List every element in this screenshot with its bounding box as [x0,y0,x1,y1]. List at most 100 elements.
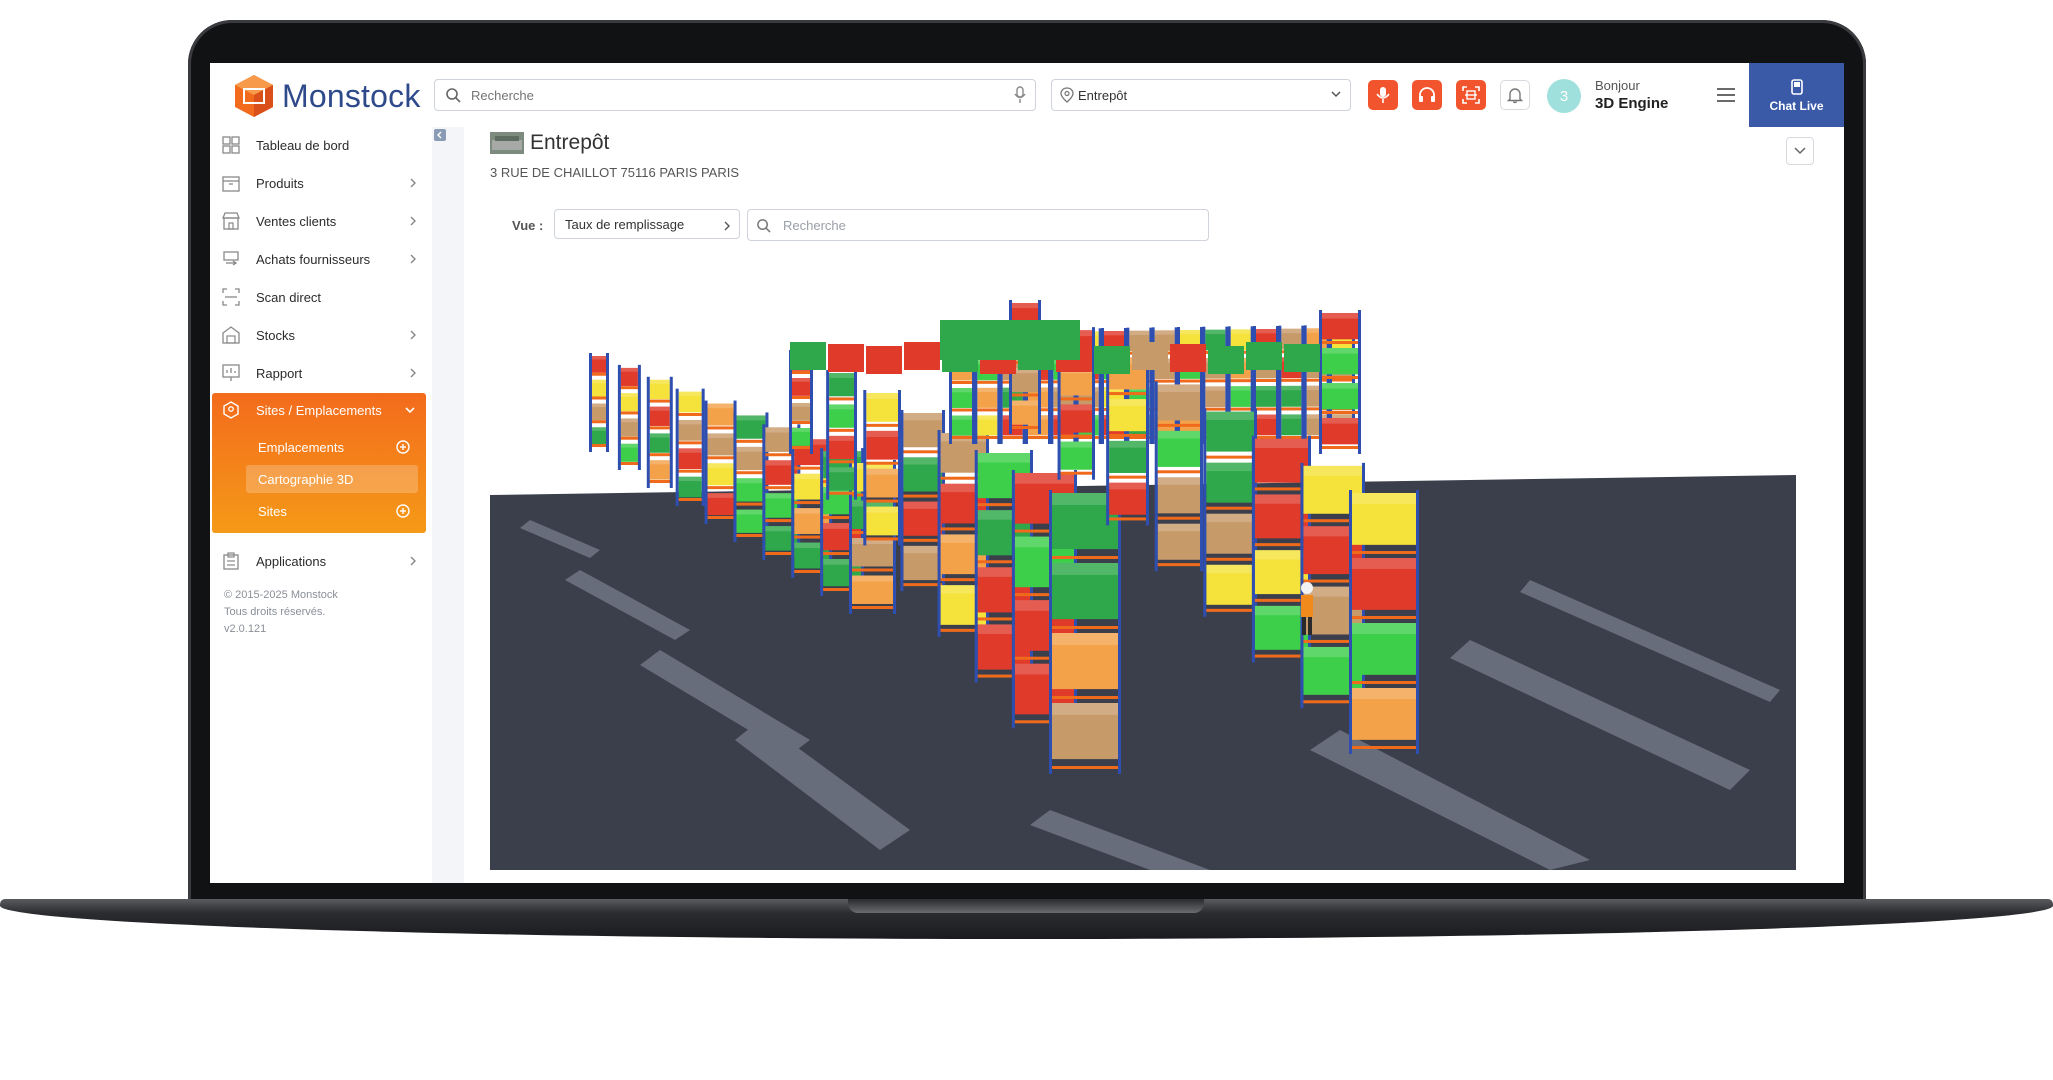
pallet-box-highlight [792,428,810,432]
pallet-box-highlight [592,403,606,408]
sidebar-item-applications[interactable]: Applications [210,543,432,579]
scene-search[interactable] [747,209,1209,241]
scan-icon [1462,86,1480,104]
rack-beam [590,420,608,424]
rack-beam [1304,378,1329,382]
sidebar-item-achats[interactable]: Achats fournisseurs [210,241,432,277]
sidebar-item-stocks[interactable]: Stocks [210,317,432,353]
chevron-down-icon [1794,147,1806,155]
global-search-input[interactable] [469,86,993,104]
box-icon [222,176,240,192]
rack-beam [647,399,672,403]
top-pallet-box [1170,344,1206,372]
view-label: Vue : [512,218,544,233]
rack-beam [1254,436,1278,439]
monstock-logo[interactable]: Monstock [232,71,421,121]
rack-beam [950,408,974,412]
top-pallet-box [1132,342,1168,370]
user-avatar[interactable]: 3 [1547,79,1581,113]
sidebar-item-ventes[interactable]: Ventes clients [210,203,432,239]
add-circle-icon[interactable] [396,504,410,518]
rack-beam [647,426,672,430]
version-text: v2.0.121 [224,623,267,635]
pallet-box-highlight [592,427,606,431]
top-pallet-box [828,344,864,372]
rack-beam [1254,379,1278,382]
support-button[interactable] [1412,80,1442,110]
rack-beam [790,421,812,424]
pallet-box-highlight [1157,384,1200,393]
chat-live-button[interactable]: Chat Live [1749,63,1844,129]
rack-beam [1350,551,1418,554]
rack-beam [1320,341,1360,344]
global-search[interactable] [434,79,1036,111]
sidebar-item-label: Achats fournisseurs [256,251,371,267]
pallet-box-highlight [1230,386,1251,391]
microphone-icon[interactable] [1013,86,1027,104]
rack-upright [1358,310,1361,454]
rack-upright [791,436,795,578]
top-pallet-box [1246,342,1282,370]
rack-beam [1155,563,1202,567]
rack-beam [790,396,812,399]
pallet-box-highlight [1254,494,1308,504]
rack-beam [1204,608,1256,612]
rack-beam [1279,436,1304,439]
rack-beam [827,397,856,401]
rack-upright [1349,490,1352,754]
location-select[interactable]: Entrepôt [1051,79,1351,111]
rack-beam [1050,696,1120,699]
pallet-box-highlight [829,373,854,378]
rack-beam [618,436,640,440]
pallet-box-highlight [1205,329,1226,335]
notifications-button[interactable] [1500,80,1530,110]
voice-button[interactable] [1368,80,1398,110]
user-greeting[interactable]: Bonjour 3D Engine [1595,78,1668,112]
pallet-box-highlight [736,415,766,421]
chevron-right-icon [724,221,730,231]
3d-warehouse-viewport[interactable] [490,250,1796,870]
sidebar-item-dashboard[interactable]: Tableau de bord [210,127,432,163]
scene-search-input[interactable] [781,216,1185,234]
rack-beam [676,413,704,416]
search-icon [757,218,771,233]
pallet-box-highlight [736,478,766,484]
pallet-box-highlight [866,468,898,475]
pallet-box-highlight [620,367,638,372]
pallet-box-highlight [1281,385,1302,391]
chevron-down-icon [1331,91,1341,98]
pallet-box-highlight [1104,331,1124,336]
pallet-box-highlight [1281,414,1302,419]
view-select[interactable]: Taux de remplissage [554,209,740,239]
sidebar-item-label: Ventes clients [256,213,337,229]
pallet-box-highlight [852,575,893,582]
scan-button[interactable] [1456,80,1486,110]
sidebar-item-scan[interactable]: Scan direct [210,279,432,315]
sidebar-item-label: Stocks [256,327,296,343]
sidebar-toggle-icon[interactable] [434,129,446,141]
rack-beam [618,411,640,415]
rack-beam [1000,436,1025,439]
rack-beam [1279,407,1304,411]
collapse-header-button[interactable] [1786,137,1814,165]
phone-icon [1790,79,1803,95]
rack-beam [1228,379,1253,383]
sidebar-item-produits[interactable]: Produits [210,165,432,201]
top-pallet-box [866,346,902,374]
sidebar-item-sites-emplacements[interactable]: Sites / Emplacements [212,393,426,427]
sidebar-item-rapport[interactable]: Rapport [210,355,432,391]
rack-upright [974,450,978,683]
warehouse-3d-scene[interactable] [490,250,1796,870]
rack-beam [864,423,900,427]
sidebar-subitem-cartographie[interactable]: Cartographie 3D [246,465,418,493]
menu-icon[interactable] [1716,87,1736,103]
pallet-box-highlight [1157,430,1200,439]
rack-beam [1350,681,1418,684]
rack-beam [1204,557,1256,561]
sidebar-subitem-sites[interactable]: Sites [246,497,418,525]
rack-upright [820,448,824,596]
sidebar-subitem-emplacements[interactable]: Emplacements [246,433,418,461]
add-circle-icon[interactable] [396,440,410,454]
rack-beam [1155,423,1202,427]
rack-beam [850,606,895,609]
